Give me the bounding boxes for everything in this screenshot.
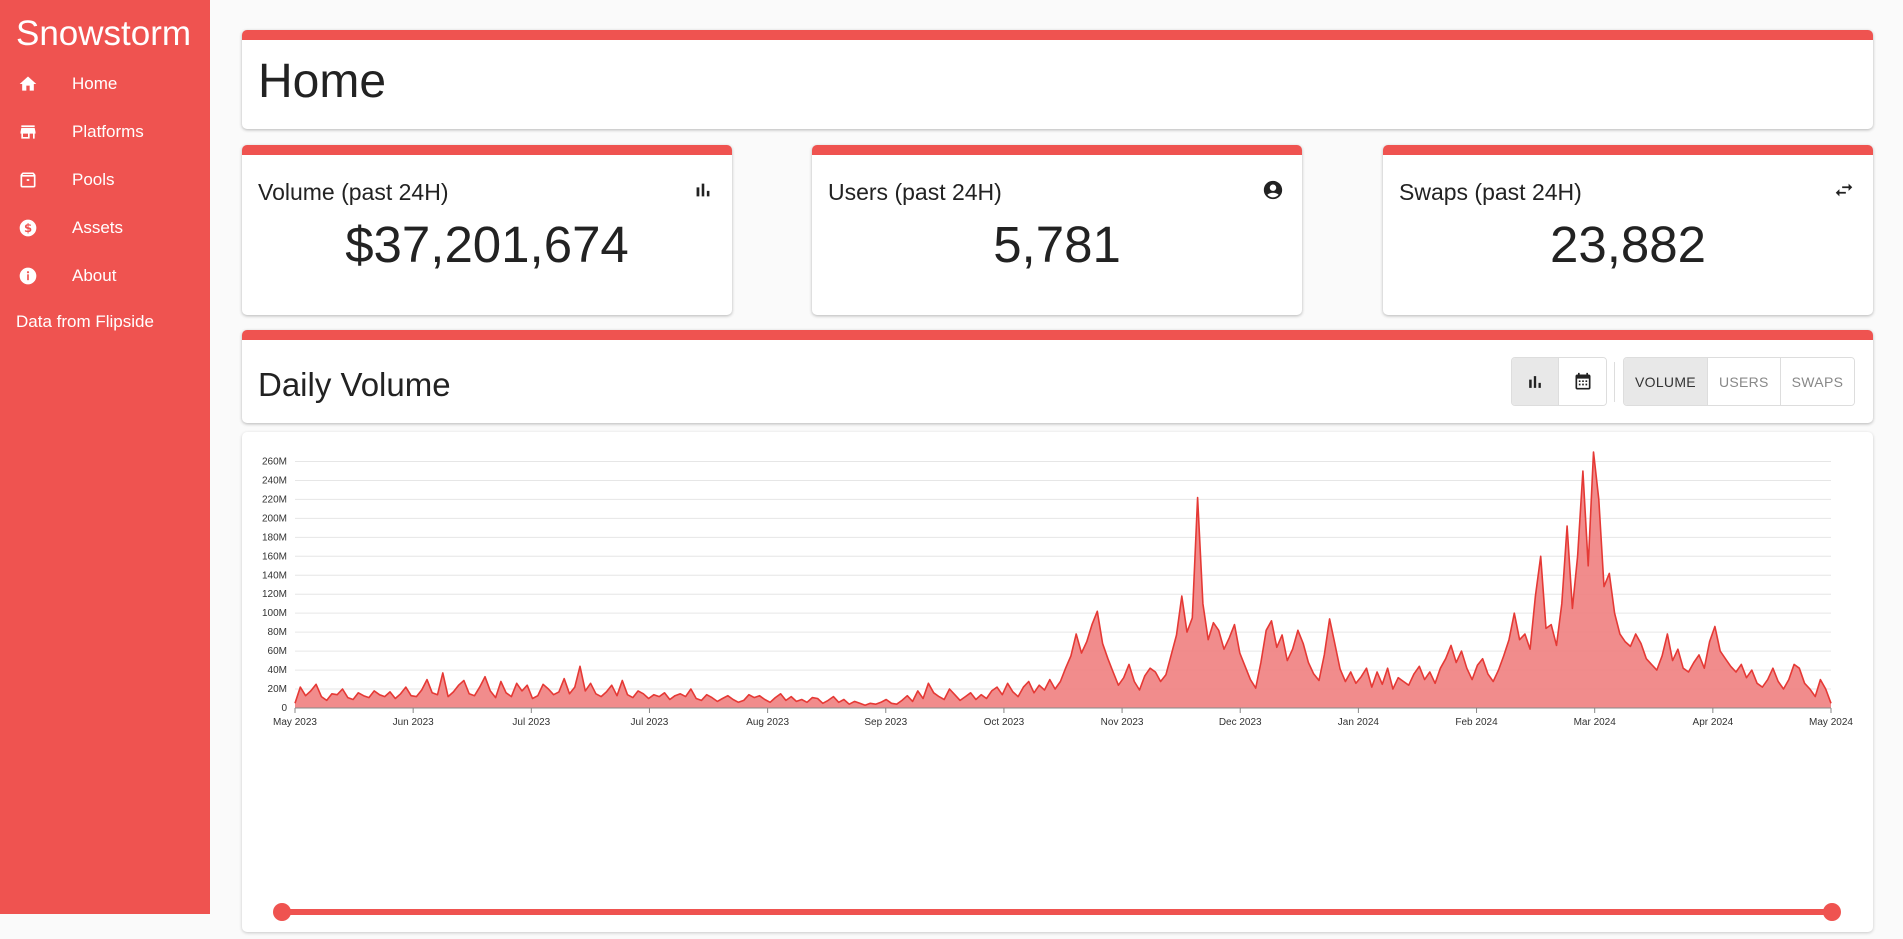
sidebar-item-label: Assets (72, 218, 124, 237)
y-tick-label: 220M (262, 494, 287, 505)
x-tick-label: Dec 2023 (1219, 717, 1262, 728)
x-tick-label: Apr 2024 (1693, 717, 1734, 728)
svg-text:$: $ (24, 221, 32, 235)
x-tick-label: Feb 2024 (1455, 717, 1498, 728)
page-header-card: Home (242, 30, 1873, 129)
stat-title: Volume (past 24H) (258, 179, 449, 205)
page-title: Home (258, 55, 387, 108)
stat-title: Users (past 24H) (828, 179, 1002, 205)
y-tick-label: 160M (262, 551, 287, 562)
stat-value: 23,882 (1550, 216, 1706, 273)
store-icon (18, 122, 38, 142)
y-tick-label: 20M (268, 684, 287, 695)
sidebar: Snowstorm Home Platforms Pools $ Assets … (0, 0, 210, 914)
x-tick-label: Jun 2023 (393, 717, 435, 728)
data-source-link[interactable]: Data from Flipside (0, 300, 210, 332)
slider-handle-start[interactable] (273, 903, 291, 921)
y-tick-label: 40M (268, 665, 287, 676)
x-tick-label: May 2023 (273, 717, 317, 728)
slider-track (282, 909, 1832, 915)
swaps-stat-card: Swaps (past 24H) 23,882 (1383, 145, 1873, 315)
chart-view-toggle (1511, 357, 1607, 406)
x-tick-label: Mar 2024 (1574, 717, 1617, 728)
x-tick-label: Nov 2023 (1101, 717, 1144, 728)
sidebar-item-about[interactable]: About (0, 252, 210, 300)
y-tick-label: 0 (281, 703, 287, 714)
x-tick-label: Jan 2024 (1338, 717, 1380, 728)
stat-title: Swaps (past 24H) (1399, 179, 1582, 205)
stat-value: $37,201,674 (345, 216, 629, 273)
x-tick-label: May 2024 (1809, 717, 1853, 728)
x-tick-label: Oct 2023 (984, 717, 1025, 728)
dollar-icon: $ (18, 218, 38, 238)
swap-arrows-icon (1833, 179, 1855, 201)
metric-button-swaps[interactable]: SWAPS (1780, 358, 1855, 405)
sidebar-item-home[interactable]: Home (0, 60, 210, 108)
sidebar-item-label: About (72, 266, 117, 285)
slider-handle-end[interactable] (1823, 903, 1841, 921)
y-tick-label: 260M (262, 456, 287, 467)
info-icon (18, 266, 38, 286)
metric-button-users[interactable]: USERS (1707, 358, 1781, 405)
y-tick-label: 100M (262, 608, 287, 619)
y-tick-label: 200M (262, 513, 287, 524)
x-tick-label: Sep 2023 (864, 717, 907, 728)
account-circle-icon (1262, 179, 1284, 201)
chart-header-card: Daily Volume VOLUME USERS SWAPS (242, 330, 1873, 423)
calendar-view-button[interactable] (1559, 358, 1606, 405)
y-tick-label: 140M (262, 570, 287, 581)
app-title: Snowstorm (16, 14, 192, 53)
y-tick-label: 60M (268, 646, 287, 657)
sidebar-item-label: Pools (72, 170, 115, 189)
bar-chart-icon (692, 179, 714, 201)
sidebar-item-pools[interactable]: Pools (0, 156, 210, 204)
y-tick-label: 80M (268, 627, 287, 638)
chart-title: Daily Volume (258, 366, 451, 403)
y-tick-label: 180M (262, 532, 287, 543)
calendar-icon (1573, 372, 1593, 392)
x-tick-label: Aug 2023 (746, 717, 789, 728)
sidebar-item-assets[interactable]: $ Assets (0, 204, 210, 252)
home-icon (18, 74, 38, 94)
x-tick-label: Jul 2023 (512, 717, 550, 728)
y-tick-label: 120M (262, 589, 287, 600)
chart-card: 0 20M 40M 60M 80M 100M 120M 140M 160M 180M 200M 220… (242, 432, 1873, 932)
sidebar-item-label: Home (72, 74, 118, 93)
bar-chart-icon (1525, 372, 1545, 392)
metric-toggle: VOLUME USERS SWAPS (1623, 357, 1856, 406)
users-stat-card: Users (past 24H) 5,781 (812, 145, 1302, 315)
daily-volume-chart: 0 20M 40M 60M 80M 100M 120M 140M 160M 180M 200M 220… (262, 451, 1853, 728)
y-tick-label: 240M (262, 475, 287, 486)
metric-button-volume[interactable]: VOLUME (1624, 358, 1708, 405)
toolbar-divider (1614, 362, 1615, 402)
x-tick-label: Jul 2023 (631, 717, 669, 728)
archive-icon (18, 170, 38, 190)
volume-stat-card: Volume (past 24H) $37,201,674 (242, 145, 732, 315)
stat-value: 5,781 (993, 216, 1121, 273)
sidebar-item-label: Platforms (72, 122, 144, 141)
sidebar-item-platforms[interactable]: Platforms (0, 108, 210, 156)
bar-view-button[interactable] (1512, 358, 1559, 405)
